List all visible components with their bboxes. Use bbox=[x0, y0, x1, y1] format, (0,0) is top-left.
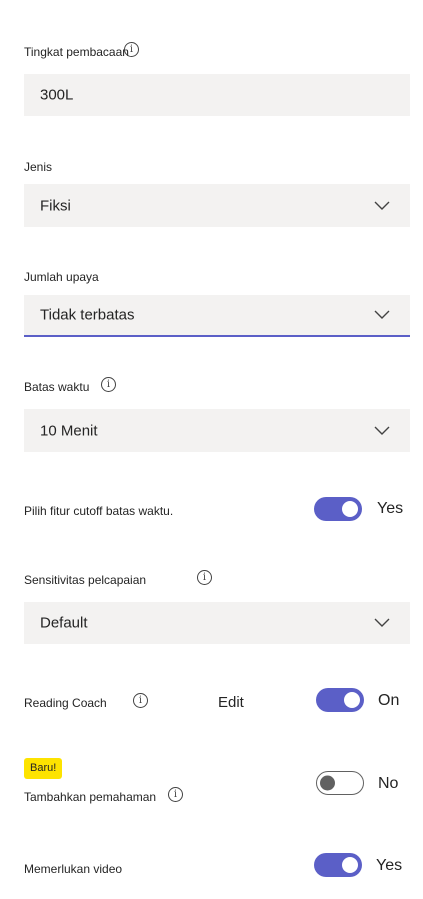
toggle-knob bbox=[342, 857, 358, 873]
info-icon[interactable]: i bbox=[124, 42, 139, 57]
reading-coach-edit-link[interactable]: Edit bbox=[218, 694, 244, 711]
video-label: Memerlukan video bbox=[24, 862, 123, 876]
comprehension-state: No bbox=[378, 775, 399, 792]
genre-value: Fiksi bbox=[40, 197, 71, 214]
reading-level-field[interactable]: 300L bbox=[24, 74, 410, 116]
toggle-knob bbox=[342, 501, 358, 517]
time-limit-dropdown[interactable]: 10 Menit bbox=[24, 409, 410, 452]
info-icon[interactable]: i bbox=[197, 570, 212, 585]
chevron-down-icon bbox=[374, 310, 390, 319]
cutoff-label: Pilih fitur cutoff batas waktu. bbox=[24, 504, 174, 518]
video-toggle[interactable] bbox=[314, 853, 362, 877]
info-icon[interactable]: i bbox=[133, 693, 148, 708]
toggle-knob bbox=[344, 692, 360, 708]
chevron-down-icon bbox=[374, 426, 390, 435]
chevron-down-icon bbox=[374, 201, 390, 210]
time-limit-label: Batas waktu bbox=[24, 380, 90, 394]
genre-dropdown[interactable]: Fiksi bbox=[24, 184, 410, 227]
attempts-dropdown[interactable]: Tidak terbatas bbox=[24, 295, 410, 337]
reading-level-value: 300L bbox=[40, 86, 74, 104]
toggle-knob bbox=[320, 775, 335, 791]
time-limit-number: 10 bbox=[40, 422, 57, 439]
new-badge: Baru! bbox=[24, 758, 63, 779]
sensitivity-dropdown[interactable]: Default bbox=[24, 602, 410, 644]
reading-coach-state: On bbox=[378, 692, 400, 709]
time-limit-unit: Menit bbox=[60, 422, 98, 439]
reading-coach-toggle[interactable] bbox=[316, 688, 364, 712]
genre-label: Jenis bbox=[24, 160, 53, 174]
comprehension-label: Tambahkan pemahaman bbox=[24, 790, 157, 804]
reading-coach-label: Reading Coach bbox=[24, 696, 107, 710]
comprehension-toggle[interactable] bbox=[316, 771, 364, 795]
reading-level-label: Tingkat pembacaan bbox=[24, 45, 129, 59]
attempts-value: Tidak terbatas bbox=[40, 306, 135, 324]
info-icon[interactable]: i bbox=[168, 787, 183, 802]
cutoff-state: Yes bbox=[377, 500, 404, 517]
info-icon[interactable]: i bbox=[101, 377, 116, 392]
chevron-down-icon bbox=[374, 618, 390, 627]
cutoff-toggle[interactable] bbox=[314, 497, 362, 521]
video-state: Yes bbox=[376, 857, 403, 874]
sensitivity-value: Default bbox=[40, 614, 88, 632]
attempts-label: Jumlah upaya bbox=[24, 270, 99, 284]
sensitivity-label: Sensitivitas pelcapaian bbox=[24, 573, 147, 587]
